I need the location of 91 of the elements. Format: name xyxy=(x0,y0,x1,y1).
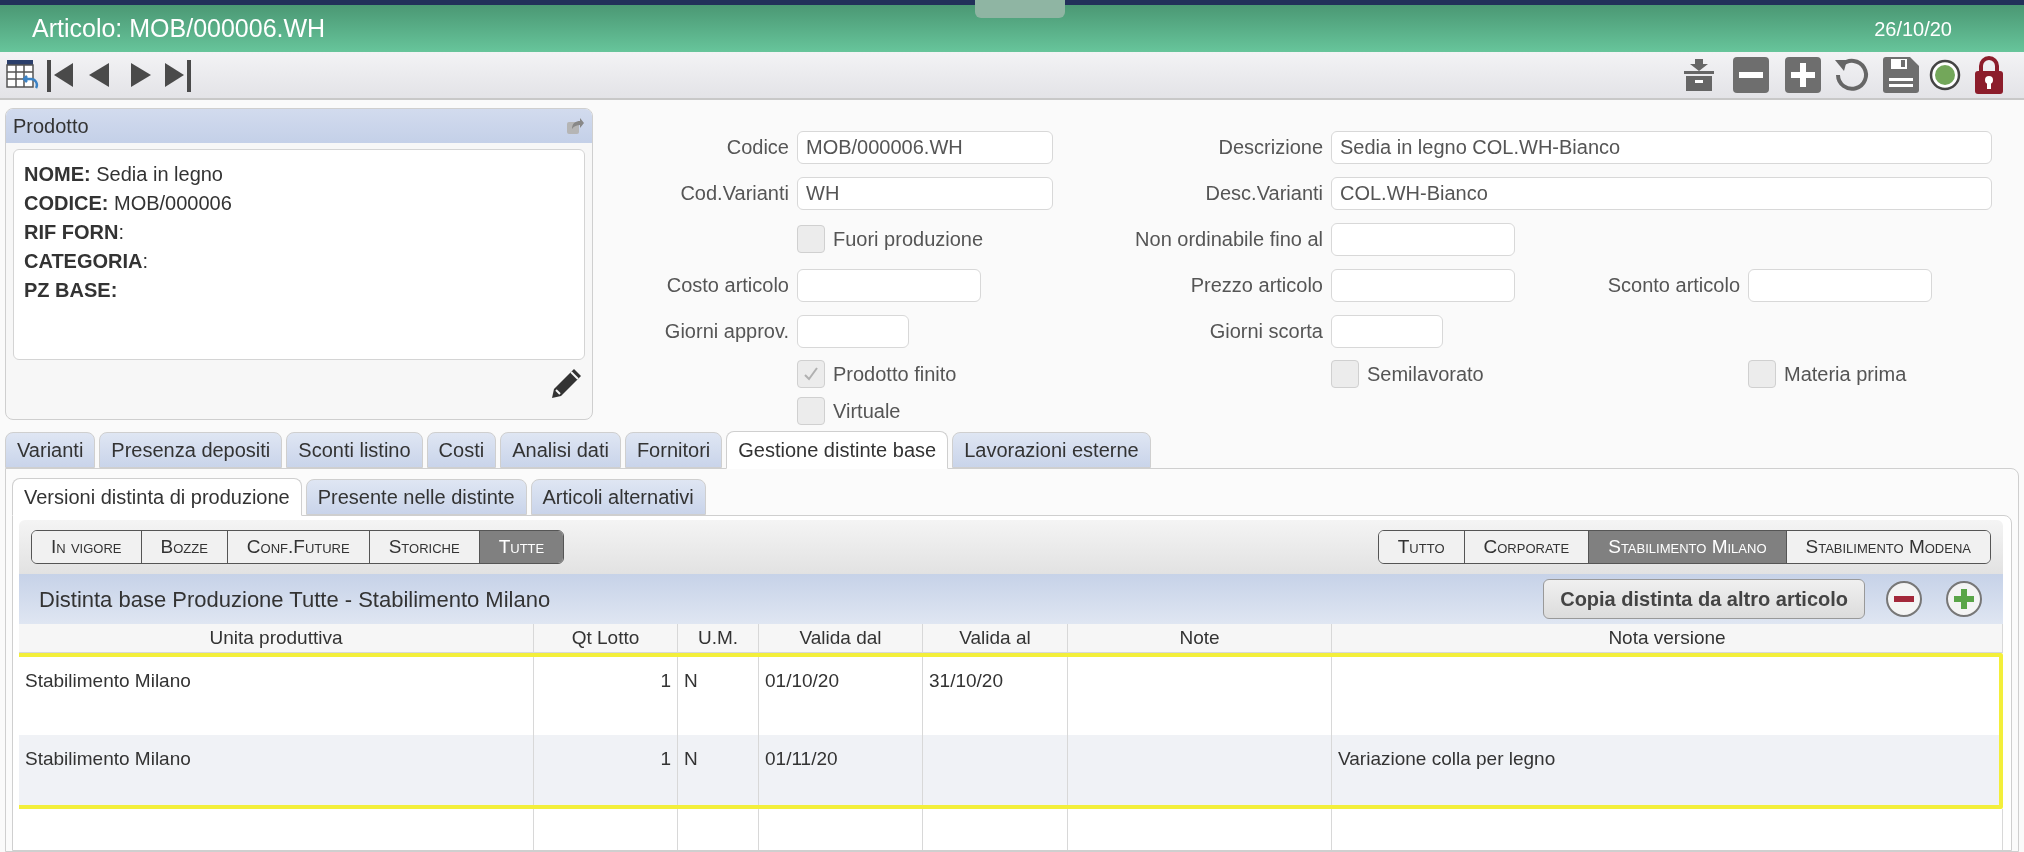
input-field[interactable] xyxy=(1331,268,1515,302)
tab[interactable]: Costi xyxy=(426,432,497,468)
card-title: Prodotto xyxy=(13,114,89,139)
tab[interactable]: Articoli alternativi xyxy=(530,479,706,515)
checkbox-label: Materia prima xyxy=(1784,362,1907,387)
table-cell-text: N xyxy=(684,669,698,693)
save-icon[interactable] xyxy=(1883,57,1919,93)
table-cell-text: 31/10/20 xyxy=(929,669,1003,693)
field-label: Sconto articolo xyxy=(1607,273,1740,298)
filter-button[interactable]: Stabilimento Modena xyxy=(1785,531,1990,563)
checkmark-icon xyxy=(802,365,820,383)
input-field[interactable]: COL.WH-Bianco xyxy=(1331,176,1992,210)
window-handle[interactable] xyxy=(975,0,1065,18)
checkbox[interactable] xyxy=(797,225,825,253)
table-cell-text: 01/11/20 xyxy=(765,747,838,771)
input-field[interactable] xyxy=(1748,268,1932,302)
tab[interactable]: Presenza depositi xyxy=(99,432,283,468)
table-cell-text: 1 xyxy=(660,669,671,693)
info-line: NOME: Sedia in legno xyxy=(24,162,224,187)
checkbox[interactable] xyxy=(1748,360,1776,388)
refresh-icon[interactable] xyxy=(1833,56,1871,94)
checkbox-label: Virtuale xyxy=(833,399,901,424)
table-cell-text: N xyxy=(684,747,698,771)
input-field[interactable]: MOB/000006.WH xyxy=(797,130,1053,164)
column-header[interactable]: Qt Lotto xyxy=(571,624,640,653)
field-label: Cod.Varianti xyxy=(680,181,789,206)
tab[interactable]: Gestione distinte base xyxy=(726,431,949,469)
filter-button[interactable]: Bozze xyxy=(140,531,227,563)
column-header[interactable]: Unita produttiva xyxy=(209,624,343,653)
tab[interactable]: Fornitori xyxy=(624,432,723,468)
checkbox[interactable] xyxy=(1331,360,1359,388)
grid-title: Distinta base Produzione Tutte - Stabilimento Milano xyxy=(39,585,551,614)
remove-icon[interactable] xyxy=(1885,580,1923,618)
checkbox-label: Semilavorato xyxy=(1367,362,1484,387)
info-line: CATEGORIA: xyxy=(24,249,150,274)
plus-icon[interactable] xyxy=(1785,57,1821,93)
filter-button[interactable]: Conf.Future xyxy=(226,531,369,563)
field-label: Costo articolo xyxy=(666,273,789,298)
checkbox-label: Prodotto finito xyxy=(833,362,957,387)
input-field[interactable] xyxy=(1331,314,1443,348)
column-header[interactable]: Valida al xyxy=(959,624,1031,653)
field-label: Giorni scorta xyxy=(1209,319,1323,344)
info-line: RIF FORN: xyxy=(24,220,125,245)
minus-icon[interactable] xyxy=(1733,57,1769,93)
checkbox[interactable] xyxy=(797,360,825,388)
copy-button[interactable]: Copia distinta da altro articolo xyxy=(1543,579,1865,619)
checkbox-label: Fuori produzione xyxy=(833,227,984,252)
table-cell-text: Stabilimento Milano xyxy=(25,747,191,771)
tab[interactable]: Varianti xyxy=(5,432,96,468)
field-label: Non ordinabile fino al xyxy=(1135,227,1323,252)
field-label: Descrizione xyxy=(1218,135,1323,160)
field-label: Giorni approv. xyxy=(664,319,789,344)
tab[interactable]: Sconti listino xyxy=(286,432,423,468)
tab[interactable]: Lavorazioni esterne xyxy=(952,432,1151,468)
field-label: Desc.Varianti xyxy=(1205,181,1323,206)
filter-button[interactable]: Tutte xyxy=(478,531,564,563)
input-field[interactable]: Sedia in legno COL.WH-Bianco xyxy=(1331,130,1992,164)
share-icon[interactable] xyxy=(565,116,585,136)
tab[interactable]: Versioni distinta di produzione xyxy=(12,478,302,516)
last-record-icon[interactable] xyxy=(163,58,193,92)
input-field[interactable] xyxy=(1331,222,1515,256)
archive-download-icon[interactable] xyxy=(1683,57,1715,93)
field-label: Codice xyxy=(726,135,789,160)
date-label: 26/10/20 xyxy=(1874,16,1952,42)
filter-button[interactable]: Corporate xyxy=(1463,531,1589,563)
add-icon[interactable] xyxy=(1945,580,1983,618)
table-cell-text: Stabilimento Milano xyxy=(25,669,191,693)
window-title: Articolo: MOB/000006.WH xyxy=(32,12,326,44)
checkbox[interactable] xyxy=(797,397,825,425)
filter-button[interactable]: Storiche xyxy=(368,531,479,563)
input-field[interactable] xyxy=(797,268,981,302)
field-label: Prezzo articolo xyxy=(1190,273,1323,298)
table-cell-text: 1 xyxy=(660,747,671,771)
filter-button[interactable]: Tutto xyxy=(1378,531,1464,563)
column-header[interactable]: U.M. xyxy=(697,624,739,653)
column-header[interactable]: Note xyxy=(1179,624,1220,653)
filter-button[interactable]: In vigore xyxy=(32,531,141,563)
column-header[interactable]: Valida dal xyxy=(799,624,882,653)
input-field[interactable] xyxy=(797,314,909,348)
table-cell-text: 01/10/20 xyxy=(765,669,839,693)
first-record-icon[interactable] xyxy=(45,58,75,92)
column-header[interactable]: Nota versione xyxy=(1608,624,1726,653)
tab[interactable]: Presente nelle distinte xyxy=(305,479,527,515)
tab[interactable]: Analisi dati xyxy=(500,432,621,468)
filter-button[interactable]: Stabilimento Milano xyxy=(1588,531,1786,563)
info-line: CODICE: MOB/000006 xyxy=(24,191,233,216)
lock-icon[interactable] xyxy=(1975,56,2003,94)
status-indicator-icon xyxy=(1929,59,1961,91)
info-line: PZ BASE: xyxy=(24,278,119,303)
table-cell-text: Variazione colla per legno xyxy=(1338,747,1556,771)
input-field[interactable]: WH xyxy=(797,176,1053,210)
